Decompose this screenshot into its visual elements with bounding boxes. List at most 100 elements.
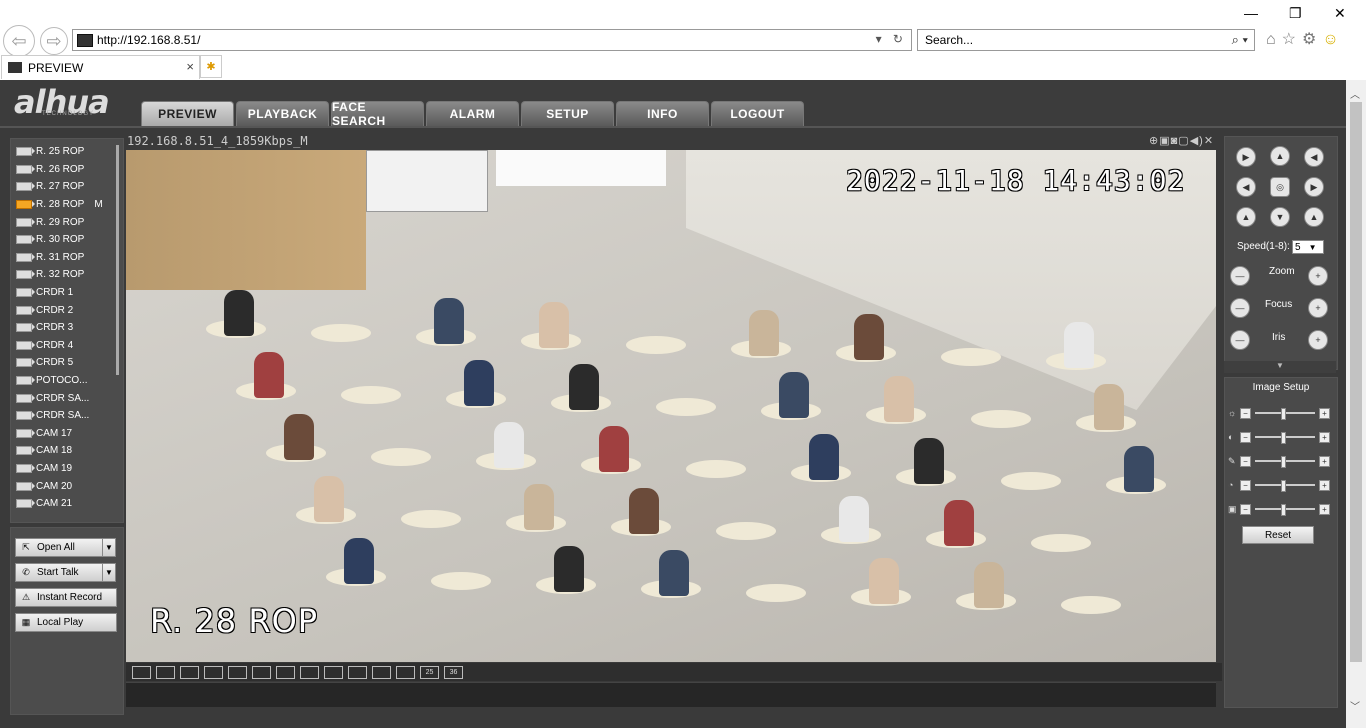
hue-minus[interactable]: − — [1240, 479, 1251, 491]
tab-info[interactable]: INFO — [616, 101, 709, 126]
open-all-dropdown[interactable]: ▼ — [102, 538, 116, 557]
camera-item[interactable]: CRDR 3 — [11, 319, 123, 337]
contrast-minus[interactable]: − — [1240, 431, 1251, 443]
layout-button[interactable] — [204, 665, 223, 679]
video-feed[interactable]: 2022-11-18 14:43:02 R. 28 ROP — [126, 150, 1216, 662]
favorites-star-icon[interactable]: ☆ — [1282, 31, 1302, 48]
home-icon[interactable]: ⌂ — [1266, 31, 1282, 48]
back-button[interactable]: ⇦ — [3, 25, 35, 57]
ptz-down-right-button[interactable]: ▲ — [1304, 207, 1324, 227]
ptz-collapse-toggle[interactable]: ▼ — [1224, 361, 1336, 373]
snapshot-icon[interactable]: ▣ — [1159, 135, 1170, 147]
zoom-out-button[interactable]: — — [1230, 266, 1250, 286]
brightness-slider[interactable] — [1255, 408, 1315, 420]
layout-button[interactable] — [252, 665, 271, 679]
minimize-button[interactable]: — — [1244, 5, 1258, 21]
zoom-in-icon[interactable]: ⊕ — [1149, 135, 1159, 147]
camera-item[interactable]: CAM 18 — [11, 442, 123, 460]
layout-button[interactable] — [180, 665, 199, 679]
close-window-button[interactable]: ✕ — [1334, 5, 1346, 22]
layout-button[interactable] — [348, 665, 367, 679]
layout-button[interactable] — [276, 665, 295, 679]
scroll-down-icon[interactable]: ﹀ — [1350, 698, 1360, 713]
layout-button[interactable] — [300, 665, 319, 679]
start-talk-dropdown[interactable]: ▼ — [102, 563, 116, 582]
ptz-left-button[interactable]: ◀ — [1236, 177, 1256, 197]
iris-close-button[interactable]: — — [1230, 330, 1250, 350]
camera-item[interactable]: CRDR SA... — [11, 389, 123, 407]
brightness-plus[interactable]: + — [1319, 407, 1330, 419]
address-bar[interactable]: http://192.168.8.51/ ▾ ↻ — [72, 29, 912, 51]
new-tab-button[interactable]: ✱ — [200, 55, 222, 78]
layout-button[interactable] — [156, 665, 175, 679]
camera-item[interactable]: CAM 21 — [11, 495, 123, 513]
camera-item[interactable]: CAM 19 — [11, 460, 123, 478]
ptz-up-button[interactable]: ▲ — [1270, 146, 1290, 166]
camera-item[interactable]: R. 27 ROP — [11, 178, 123, 196]
page-scrollbar-thumb[interactable] — [1350, 102, 1362, 662]
layout-button[interactable]: 25 — [420, 665, 439, 679]
contrast-slider[interactable] — [1255, 432, 1315, 444]
tab-logout[interactable]: LOGOUT — [711, 101, 804, 126]
camera-list-scrollbar[interactable] — [116, 145, 119, 375]
ptz-up-left-button[interactable]: ▶ — [1236, 147, 1256, 167]
hue-plus[interactable]: + — [1319, 479, 1330, 491]
reset-button[interactable]: Reset — [1242, 526, 1314, 544]
gamma-minus[interactable]: − — [1240, 503, 1251, 515]
tab-setup[interactable]: SETUP — [521, 101, 614, 126]
contrast-thumb[interactable] — [1281, 432, 1286, 444]
camera-item[interactable]: CRDR 1 — [11, 284, 123, 302]
tab-face-search[interactable]: FACE SEARCH — [331, 100, 424, 128]
camera-item[interactable]: R. 29 ROP — [11, 213, 123, 231]
ptz-down-button[interactable]: ▼ — [1270, 207, 1290, 227]
close-video-icon[interactable]: ✕ — [1204, 135, 1214, 147]
saturation-thumb[interactable] — [1281, 456, 1286, 468]
start-talk-button[interactable]: ✆ Start Talk — [15, 563, 103, 582]
restore-button[interactable]: ❐ — [1289, 5, 1302, 22]
tab-alarm[interactable]: ALARM — [426, 101, 519, 126]
brightness-thumb[interactable] — [1281, 408, 1286, 420]
settings-gear-icon[interactable]: ⚙ — [1302, 31, 1322, 48]
camera-item[interactable]: CRDR 2 — [11, 301, 123, 319]
iris-open-button[interactable]: + — [1308, 330, 1328, 350]
tab-playback[interactable]: PLAYBACK — [236, 101, 329, 126]
camera-item[interactable]: CAM 17 — [11, 425, 123, 443]
camera-item[interactable]: CRDR 4 — [11, 337, 123, 355]
brightness-minus[interactable]: − — [1240, 407, 1251, 419]
layout-button[interactable]: 36 — [444, 665, 463, 679]
focus-out-button[interactable]: — — [1230, 298, 1250, 318]
camera-item[interactable]: R. 32 ROP — [11, 266, 123, 284]
camera-item[interactable]: R. 30 ROP — [11, 231, 123, 249]
record-icon[interactable]: ▢ — [1178, 135, 1189, 147]
gamma-slider[interactable] — [1255, 504, 1315, 516]
zoom-in-button[interactable]: + — [1308, 266, 1328, 286]
focus-in-button[interactable]: + — [1308, 298, 1328, 318]
camera-item[interactable]: CRDR 5 — [11, 354, 123, 372]
speed-select[interactable]: 5 ▼ — [1292, 240, 1324, 254]
ptz-up-right-button[interactable]: ◀ — [1304, 147, 1324, 167]
hue-thumb[interactable] — [1281, 480, 1286, 492]
saturation-slider[interactable] — [1255, 456, 1315, 468]
layout-button[interactable] — [132, 665, 151, 679]
gamma-plus[interactable]: + — [1319, 503, 1330, 515]
camera-item[interactable]: R. 26 ROP — [11, 161, 123, 179]
gamma-thumb[interactable] — [1281, 504, 1286, 516]
local-play-button[interactable]: ▦ Local Play — [15, 613, 117, 632]
layout-button[interactable] — [372, 665, 391, 679]
smiley-icon[interactable]: ☺ — [1322, 31, 1344, 48]
refresh-icon[interactable]: ▾ ↻ — [876, 32, 907, 46]
saturation-minus[interactable]: − — [1240, 455, 1251, 467]
search-input[interactable]: Search... ⌕ ▾ — [917, 29, 1255, 51]
ptz-down-left-button[interactable]: ▲ — [1236, 207, 1256, 227]
ptz-center-button[interactable]: ◎ — [1270, 177, 1290, 197]
camera-item[interactable]: POTOCO... — [11, 372, 123, 390]
ptz-right-button[interactable]: ▶ — [1304, 177, 1324, 197]
hue-slider[interactable] — [1255, 480, 1315, 492]
camera-item[interactable]: CRDR SA... — [11, 407, 123, 425]
layout-button[interactable] — [396, 665, 415, 679]
tab-close-icon[interactable]: × — [186, 59, 194, 74]
search-icon[interactable]: ⌕ ▾ — [1232, 32, 1248, 48]
layout-button[interactable] — [324, 665, 343, 679]
open-all-button[interactable]: ⇱ Open All — [15, 538, 103, 557]
contrast-plus[interactable]: + — [1319, 431, 1330, 443]
